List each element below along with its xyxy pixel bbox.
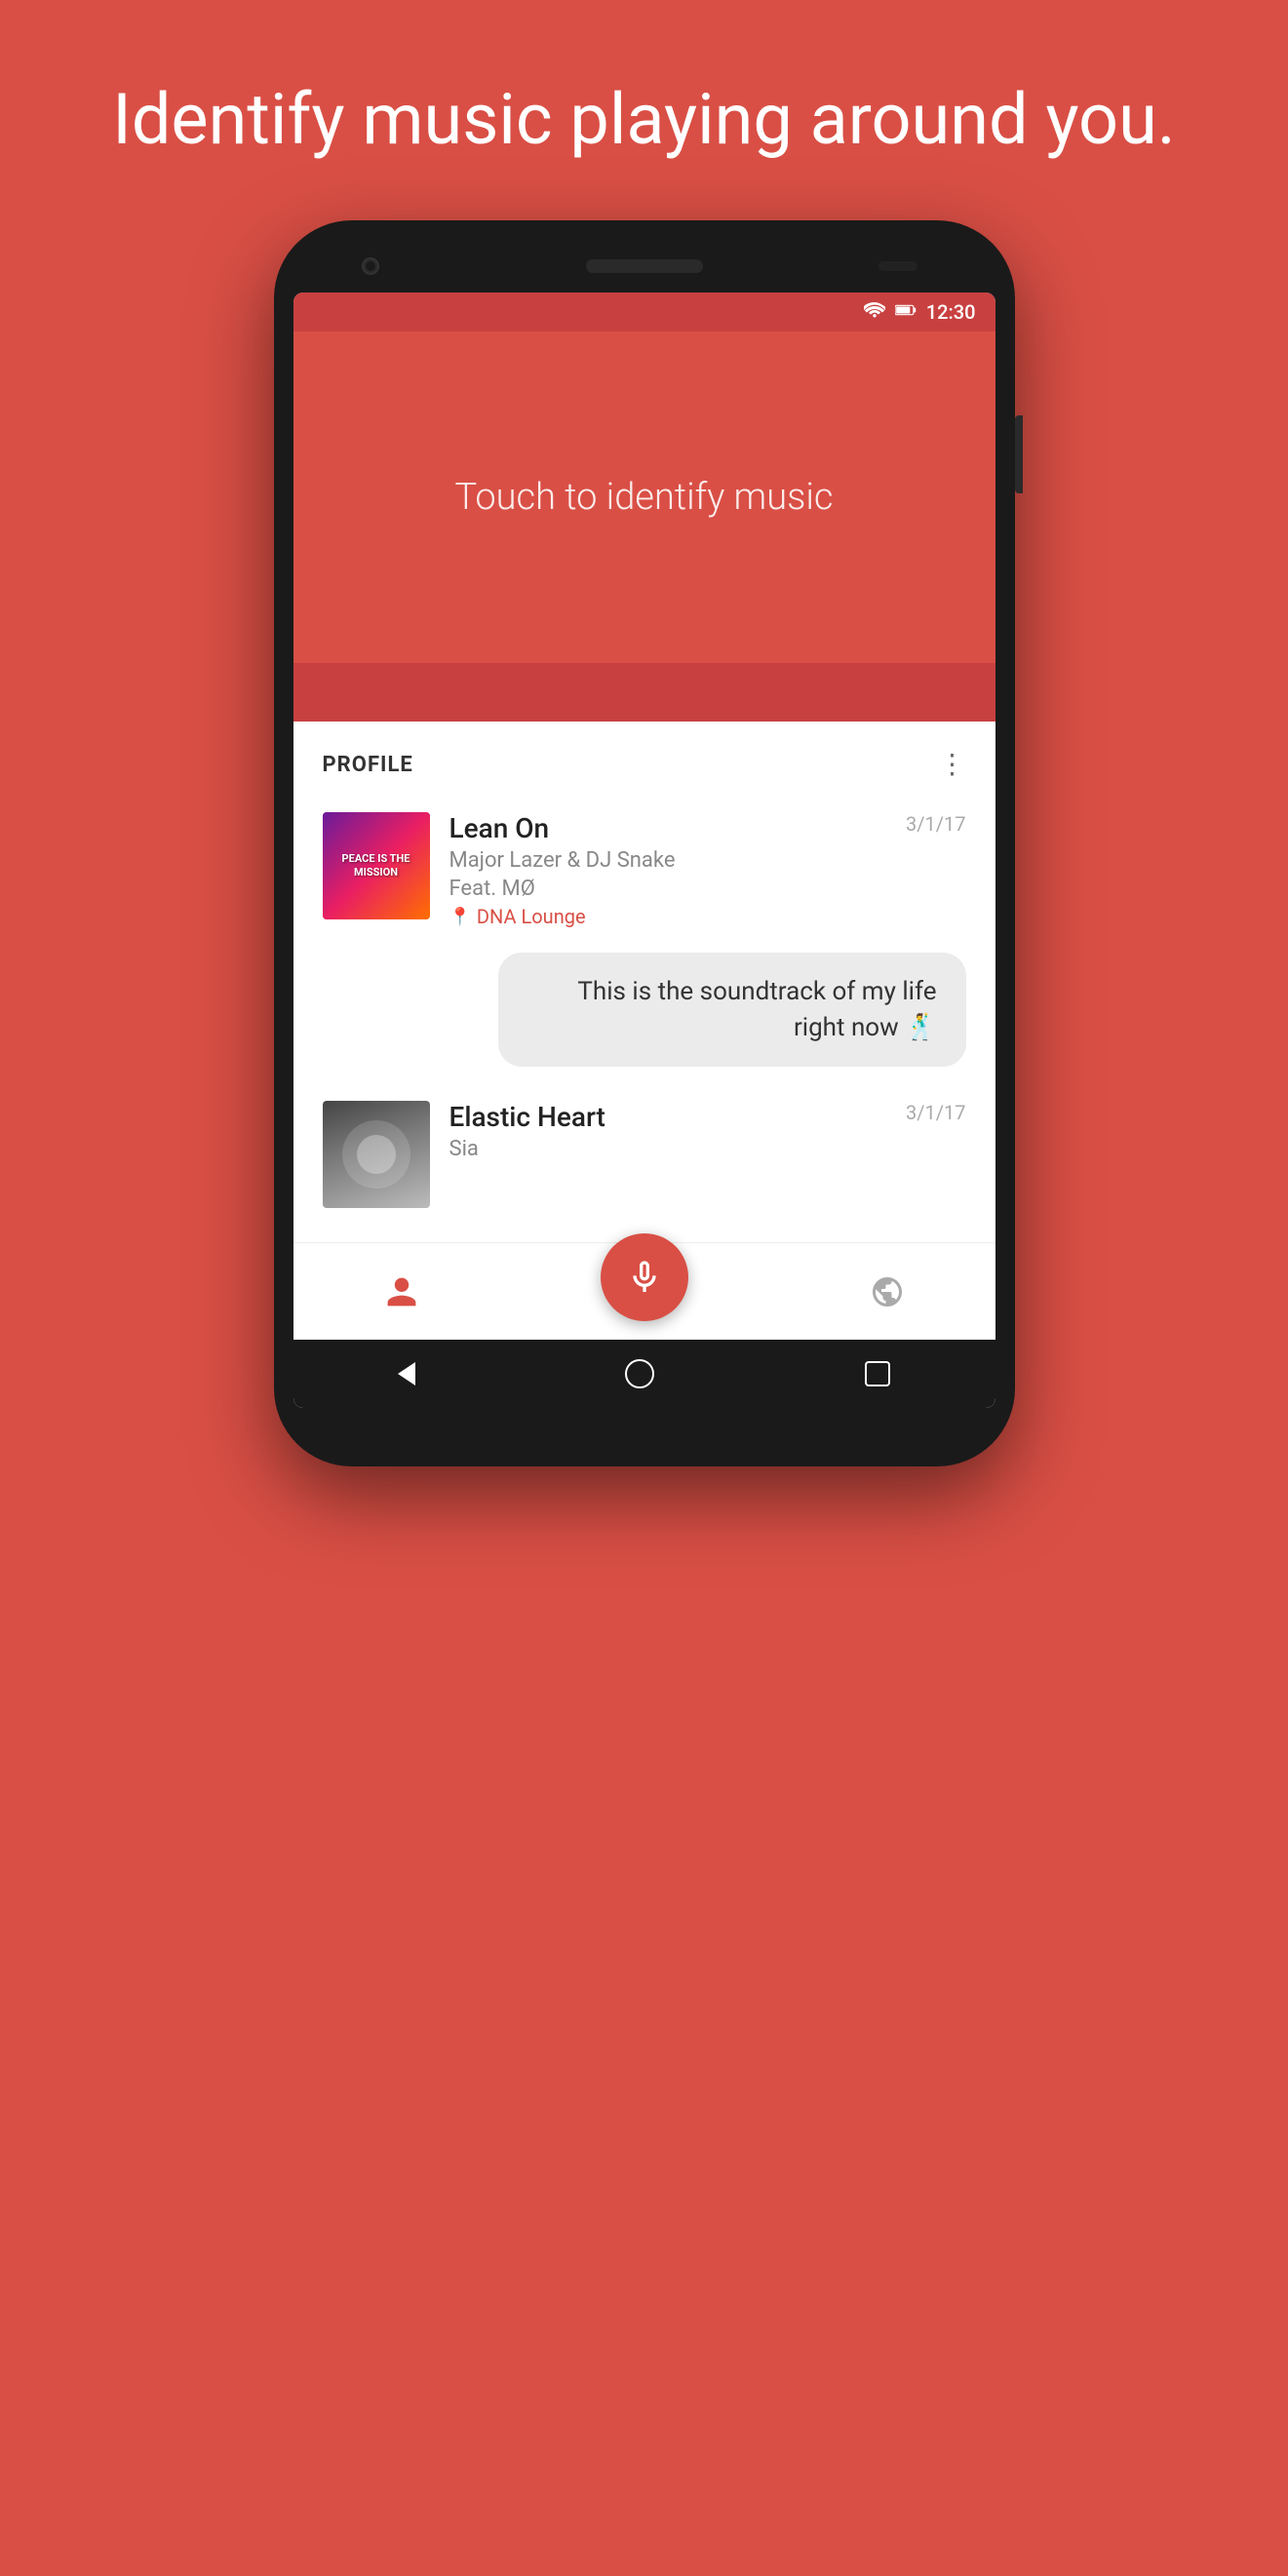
nav-globe-button[interactable] — [870, 1274, 905, 1309]
song-title-elastic: Elastic Heart — [449, 1101, 887, 1133]
proximity-sensor — [878, 261, 917, 271]
wifi-icon — [864, 302, 885, 322]
phone-screen: 12:30 Touch to identify music PROFILE ⋮ … — [293, 293, 995, 1408]
nav-profile-button[interactable] — [384, 1274, 419, 1309]
song-artist: Major Lazer & DJ Snake — [449, 848, 887, 873]
song-info-elastic: Elastic Heart Sia — [449, 1101, 887, 1165]
identify-prompt: Touch to identify music — [454, 476, 833, 519]
power-button — [1015, 415, 1023, 493]
status-time: 12:30 — [926, 300, 976, 324]
mic-fab-button[interactable] — [601, 1233, 688, 1321]
song-date-elastic: 3/1/17 — [906, 1101, 965, 1124]
camera-lens — [366, 261, 375, 271]
red-divider — [293, 663, 995, 722]
message-bubble-container: This is the soundtrack of my life right … — [293, 943, 995, 1086]
bottom-nav — [293, 1242, 995, 1340]
more-options-button[interactable]: ⋮ — [939, 751, 966, 778]
phone-shell: 12:30 Touch to identify music PROFILE ⋮ … — [274, 220, 1015, 1466]
song-date-lean-on: 3/1/17 — [906, 812, 965, 836]
album-art-lean-on: PEACE IS THEMISSION — [323, 812, 430, 919]
song-info-lean-on: Lean On Major Lazer & DJ Snake Feat. MØ … — [449, 812, 887, 928]
identify-area[interactable]: Touch to identify music — [293, 332, 995, 663]
earpiece-speaker — [586, 259, 703, 273]
content-area: PROFILE ⋮ PEACE IS THEMISSION Lean On Ma… — [293, 722, 995, 1242]
song-item-elastic-heart[interactable]: Elastic Heart Sia 3/1/17 — [293, 1086, 995, 1223]
profile-header: PROFILE ⋮ — [293, 722, 995, 798]
phone-bottom-bezel — [293, 1408, 995, 1447]
battery-icon — [895, 302, 917, 322]
page-headline: Identify music playing around you. — [54, 78, 1234, 162]
song-item-lean-on[interactable]: PEACE IS THEMISSION Lean On Major Lazer … — [293, 798, 995, 943]
home-button[interactable] — [625, 1359, 654, 1388]
song-location: 📍 DNA Lounge — [449, 905, 887, 928]
phone-top-bezel — [293, 250, 995, 293]
profile-label: PROFILE — [323, 753, 413, 777]
back-button[interactable] — [398, 1362, 415, 1386]
message-bubble: This is the soundtrack of my life right … — [498, 953, 966, 1067]
song-artist-feat: Feat. MØ — [449, 877, 887, 901]
album-art-elastic — [323, 1101, 430, 1208]
recents-button[interactable] — [865, 1361, 890, 1386]
location-name: DNA Lounge — [477, 905, 586, 928]
album-art-text: PEACE IS THEMISSION — [338, 848, 414, 884]
song-title: Lean On — [449, 812, 887, 844]
status-bar: 12:30 — [293, 293, 995, 332]
location-pin-icon: 📍 — [449, 907, 471, 927]
front-camera — [362, 257, 379, 275]
system-nav-bar — [293, 1340, 995, 1408]
song-artist-elastic: Sia — [449, 1137, 887, 1161]
